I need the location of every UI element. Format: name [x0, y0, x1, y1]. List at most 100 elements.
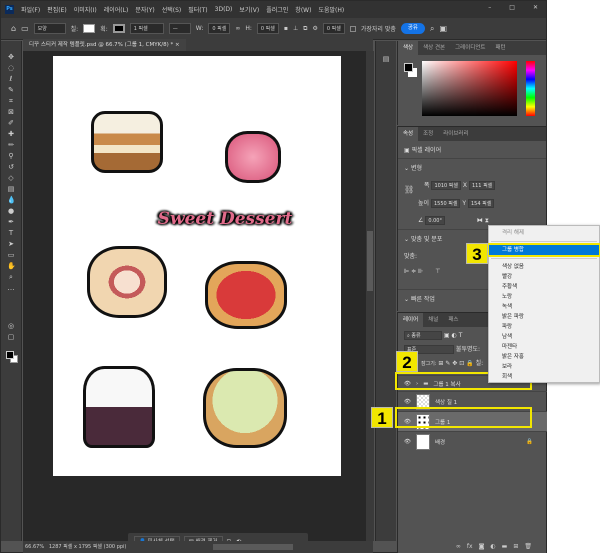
layer-row-background[interactable]: 👁 배경 🔒 [398, 431, 547, 451]
link-layers-icon[interactable]: ∞ [456, 543, 461, 550]
tab-color[interactable]: 색상 [398, 41, 419, 55]
menu-item-release-isolation[interactable]: 격리 해제 [489, 228, 599, 238]
menu-item-green[interactable]: 녹색 [489, 302, 599, 312]
quick-mask-icon[interactable]: ◎ [7, 322, 15, 330]
stroke-type-select[interactable]: — [168, 23, 191, 34]
align-right-icon[interactable]: ⊪ [418, 268, 423, 275]
menu-edit[interactable]: 편집(E) [47, 5, 67, 14]
path-ops-icon[interactable]: ▪ [284, 25, 288, 32]
menu-3d[interactable]: 3D(D) [215, 6, 233, 13]
angle-field[interactable]: 0.00° [425, 216, 445, 225]
foreground-color-swatch[interactable] [6, 351, 14, 359]
tab-libraries[interactable]: 라이브러리 [438, 127, 473, 141]
add-mask-icon[interactable]: ◙ [479, 543, 485, 550]
link-dimensions-icon[interactable]: ⛓ [404, 185, 414, 194]
menu-view[interactable]: 보기(V) [239, 5, 259, 14]
hue-slider[interactable] [526, 61, 535, 116]
tab-layers[interactable]: 레이어 [398, 313, 424, 327]
path-align-icon[interactable]: ⊥ [293, 25, 298, 32]
eraser-tool-icon[interactable]: ◇ [7, 174, 15, 182]
history-panel-icon[interactable]: ▤ [382, 55, 390, 63]
quick-actions-heading[interactable]: 빠른 작업 [411, 296, 435, 303]
shape-tool-icon[interactable]: ▭ [7, 251, 15, 259]
menu-item-orange[interactable]: 주황색 [489, 282, 599, 292]
search-icon[interactable]: ⌕ [430, 24, 434, 34]
fx-icon[interactable]: fx [467, 543, 473, 550]
filter-adjust-icon[interactable]: ◐ [452, 332, 457, 339]
flip-horizontal-icon[interactable]: ⧓ [477, 217, 483, 224]
menu-layer[interactable]: 레이어(L) [104, 5, 129, 14]
visibility-eye-icon[interactable]: 👁 [404, 399, 411, 405]
height-input[interactable]: 0 픽셀 [256, 23, 279, 34]
gear-icon[interactable]: ⚙ [312, 25, 317, 32]
fg-color-swatch[interactable] [404, 63, 413, 72]
menu-item-blue[interactable]: 파랑 [489, 322, 599, 332]
history-brush-icon[interactable]: ↺ [7, 163, 15, 171]
x-field[interactable]: 111 픽셀 [468, 181, 496, 190]
new-group-icon[interactable]: ▬ [502, 543, 508, 550]
visibility-eye-icon[interactable]: 👁 [404, 439, 411, 445]
tab-gradients[interactable]: 그레이디언트 [450, 41, 490, 55]
zoom-tool-icon[interactable]: ⌕ [7, 273, 15, 281]
healing-tool-icon[interactable]: ✚ [7, 130, 15, 138]
menu-item-merge-group[interactable]: 그룹 병합 [487, 243, 600, 257]
menu-file[interactable]: 파일(F) [21, 5, 40, 14]
layer-name[interactable]: 배경 [435, 438, 445, 446]
align-top-icon[interactable]: ⊤ [435, 268, 440, 275]
document-info[interactable]: 1287 픽셀 x 1795 픽셀 (300 ppi) [49, 544, 127, 550]
close-icon[interactable]: ✕ [533, 4, 538, 11]
shape-mode-select[interactable]: 모양 [33, 23, 66, 34]
stamp-tool-icon[interactable]: ⚲ [7, 152, 15, 160]
path-select-tool-icon[interactable]: ➤ [7, 240, 15, 248]
eyedropper-tool-icon[interactable]: ✐ [7, 119, 15, 127]
new-layer-icon[interactable]: ⊞ [513, 543, 518, 550]
align-left-icon[interactable]: ⊫ [404, 268, 409, 275]
menu-item-yellow[interactable]: 노랑 [489, 292, 599, 302]
tab-paths[interactable]: 패스 [443, 313, 463, 327]
quick-select-tool-icon[interactable]: ✎ [7, 86, 15, 94]
align-center-icon[interactable]: ≑ [411, 268, 416, 275]
menu-plugins[interactable]: 플러그인 [266, 5, 288, 14]
width-field[interactable]: 1010 픽셀 [431, 181, 461, 190]
close-tab-icon[interactable]: × [175, 42, 180, 48]
hand-tool-icon[interactable]: ✋ [7, 262, 16, 270]
workspace-icon[interactable]: ▣ [439, 24, 447, 33]
document-tab[interactable]: 디꾸 스티커 제작 템플릿.psd @ 66.7% (그룹 1, CMYK/8)… [23, 39, 186, 51]
menu-type[interactable]: 문자(Y) [135, 5, 154, 14]
share-button[interactable]: 공유 [400, 23, 425, 34]
layer-name[interactable]: 색상 칠 1 [435, 398, 457, 406]
tab-adjustments[interactable]: 조정 [418, 127, 438, 141]
menu-item-light-magenta[interactable]: 밝은 자홍 [489, 352, 599, 362]
tab-channels[interactable]: 채널 [423, 313, 443, 327]
menu-item-red[interactable]: 빨강 [489, 272, 599, 282]
frame-tool-icon[interactable]: ⊠ [7, 108, 15, 116]
width-input[interactable]: 0 픽셀 [208, 23, 231, 34]
link-icon[interactable]: ∞ [235, 25, 240, 32]
y-field[interactable]: 154 픽셀 [468, 199, 495, 208]
menu-item-light-blue[interactable]: 밝은 파랑 [489, 312, 599, 322]
height-field[interactable]: 1550 픽셀 [430, 199, 461, 208]
move-tool-icon[interactable]: ✥ [7, 53, 15, 61]
minimize-icon[interactable]: – [488, 4, 491, 11]
menu-item-indigo[interactable]: 남색 [489, 332, 599, 342]
color-field[interactable] [422, 61, 517, 116]
home-icon[interactable]: ⌂ [11, 24, 16, 33]
pen-tool-icon[interactable]: ✒ [7, 218, 15, 226]
type-tool-icon[interactable]: T [7, 229, 15, 237]
shape-tool-icon[interactable]: ▭ [21, 24, 29, 33]
maximize-icon[interactable]: □ [509, 4, 515, 11]
menu-item-magenta[interactable]: 마젠타 [489, 342, 599, 352]
more-tools-icon[interactable]: … [7, 284, 15, 292]
menu-image[interactable]: 이미지(I) [74, 5, 97, 14]
fill-swatch[interactable] [83, 24, 96, 33]
lock-icons[interactable]: ⊞ ✎ ✥ ⊡ 🔒 [438, 360, 473, 367]
menu-select[interactable]: 선택(S) [162, 5, 182, 14]
layer-filter-select[interactable]: ⌕ 종류 [404, 331, 442, 340]
lasso-tool-icon[interactable]: ℓ [7, 75, 15, 83]
canvas-area[interactable]: Sweet Dessert 👤 피사체 선택 ▨ 배경 제거 ⟥ ◐ … [23, 51, 366, 550]
adjustment-layer-icon[interactable]: ◐ [490, 543, 495, 550]
dodge-tool-icon[interactable]: ● [7, 207, 15, 215]
crop-tool-icon[interactable]: ⌗ [7, 97, 15, 105]
menu-filter[interactable]: 필터(T) [188, 5, 207, 14]
vertical-scrollbar[interactable] [366, 51, 374, 541]
